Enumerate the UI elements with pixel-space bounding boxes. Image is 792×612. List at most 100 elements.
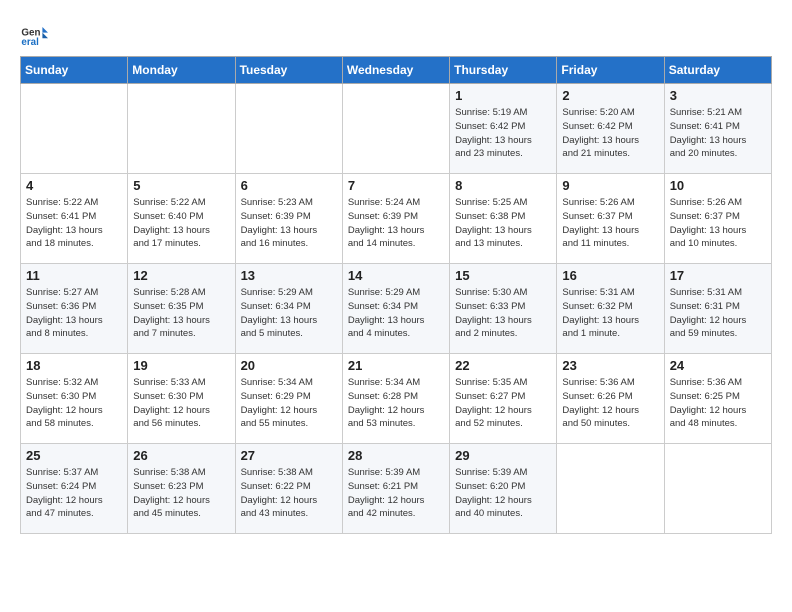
day-info: Sunrise: 5:19 AMSunset: 6:42 PMDaylight:… (455, 106, 551, 161)
svg-text:eral: eral (21, 37, 39, 48)
day-number: 29 (455, 448, 551, 463)
header: Gen eral (20, 16, 772, 48)
calendar-cell: 19Sunrise: 5:33 AMSunset: 6:30 PMDayligh… (128, 354, 235, 444)
day-info: Sunrise: 5:31 AMSunset: 6:32 PMDaylight:… (562, 286, 658, 341)
day-info: Sunrise: 5:21 AMSunset: 6:41 PMDaylight:… (670, 106, 766, 161)
week-row-3: 11 Sunrise: 5:27 AMSunset: 6:36 PMDayligh… (21, 264, 772, 354)
logo-icon: Gen eral (20, 20, 48, 48)
day-number: 20 (241, 358, 337, 373)
day-number: 1 (455, 88, 551, 103)
day-number: 27 (241, 448, 337, 463)
day-info: Sunrise: 5:35 AMSunset: 6:27 PMDaylight:… (455, 376, 551, 431)
day-number: 28 (348, 448, 444, 463)
day-number: 14 (348, 268, 444, 283)
calendar-cell: 17 Sunrise: 5:31 AMSunset: 6:31 PMDayligh… (664, 264, 771, 354)
calendar-cell: 22Sunrise: 5:35 AMSunset: 6:27 PMDayligh… (450, 354, 557, 444)
day-header-thursday: Thursday (450, 57, 557, 84)
day-info: Sunrise: 5:23 AMSunset: 6:39 PMDaylight:… (241, 196, 337, 251)
day-info: Sunrise: 5:29 AMSunset: 6:34 PMDaylight:… (348, 286, 444, 341)
day-header-monday: Monday (128, 57, 235, 84)
day-info: Sunrise: 5:31 AMSunset: 6:31 PMDaylight:… (670, 286, 766, 341)
calendar-cell: 3 Sunrise: 5:21 AMSunset: 6:41 PMDaylight… (664, 84, 771, 174)
calendar-table: SundayMondayTuesdayWednesdayThursdayFrid… (20, 56, 772, 534)
day-number: 11 (26, 268, 122, 283)
day-info: Sunrise: 5:22 AMSunset: 6:40 PMDaylight:… (133, 196, 229, 251)
calendar-cell: 24 Sunrise: 5:36 AMSunset: 6:25 PMDayligh… (664, 354, 771, 444)
day-info: Sunrise: 5:25 AMSunset: 6:38 PMDaylight:… (455, 196, 551, 251)
calendar-cell: 8 Sunrise: 5:25 AMSunset: 6:38 PMDaylight… (450, 174, 557, 264)
calendar-cell: 16 Sunrise: 5:31 AMSunset: 6:32 PMDayligh… (557, 264, 664, 354)
header-row: SundayMondayTuesdayWednesdayThursdayFrid… (21, 57, 772, 84)
week-row-2: 4 Sunrise: 5:22 AMSunset: 6:41 PMDaylight… (21, 174, 772, 264)
day-info: Sunrise: 5:30 AMSunset: 6:33 PMDaylight:… (455, 286, 551, 341)
calendar-cell: 1 Sunrise: 5:19 AMSunset: 6:42 PMDaylight… (450, 84, 557, 174)
day-header-saturday: Saturday (664, 57, 771, 84)
day-number: 9 (562, 178, 658, 193)
day-info: Sunrise: 5:27 AMSunset: 6:36 PMDaylight:… (26, 286, 122, 341)
calendar-cell: 7Sunrise: 5:24 AMSunset: 6:39 PMDaylight… (342, 174, 449, 264)
day-info: Sunrise: 5:22 AMSunset: 6:41 PMDaylight:… (26, 196, 122, 251)
day-info: Sunrise: 5:34 AMSunset: 6:29 PMDaylight:… (241, 376, 337, 431)
day-number: 24 (670, 358, 766, 373)
calendar-cell: 28 Sunrise: 5:39 AMSunset: 6:21 PMDayligh… (342, 444, 449, 534)
day-number: 2 (562, 88, 658, 103)
day-number: 17 (670, 268, 766, 283)
day-number: 23 (562, 358, 658, 373)
calendar-cell: 11 Sunrise: 5:27 AMSunset: 6:36 PMDayligh… (21, 264, 128, 354)
day-info: Sunrise: 5:37 AMSunset: 6:24 PMDaylight:… (26, 466, 122, 521)
day-number: 16 (562, 268, 658, 283)
day-info: Sunrise: 5:36 AMSunset: 6:25 PMDaylight:… (670, 376, 766, 431)
calendar-cell (235, 84, 342, 174)
day-info: Sunrise: 5:20 AMSunset: 6:42 PMDaylight:… (562, 106, 658, 161)
day-number: 3 (670, 88, 766, 103)
calendar-cell: 25 Sunrise: 5:37 AMSunset: 6:24 PMDayligh… (21, 444, 128, 534)
day-number: 7 (348, 178, 444, 193)
calendar-cell: 2 Sunrise: 5:20 AMSunset: 6:42 PMDaylight… (557, 84, 664, 174)
day-number: 15 (455, 268, 551, 283)
calendar-cell: 10Sunrise: 5:26 AMSunset: 6:37 PMDayligh… (664, 174, 771, 264)
day-info: Sunrise: 5:39 AMSunset: 6:21 PMDaylight:… (348, 466, 444, 521)
calendar-cell: 26 Sunrise: 5:38 AMSunset: 6:23 PMDayligh… (128, 444, 235, 534)
calendar-cell: 4 Sunrise: 5:22 AMSunset: 6:41 PMDaylight… (21, 174, 128, 264)
day-header-sunday: Sunday (21, 57, 128, 84)
day-number: 26 (133, 448, 229, 463)
day-info: Sunrise: 5:26 AMSunset: 6:37 PMDaylight:… (562, 196, 658, 251)
day-info: Sunrise: 5:38 AMSunset: 6:22 PMDaylight:… (241, 466, 337, 521)
day-number: 5 (133, 178, 229, 193)
day-number: 8 (455, 178, 551, 193)
day-number: 13 (241, 268, 337, 283)
calendar-cell: 12Sunrise: 5:28 AMSunset: 6:35 PMDayligh… (128, 264, 235, 354)
day-number: 12 (133, 268, 229, 283)
calendar-cell: 14 Sunrise: 5:29 AMSunset: 6:34 PMDayligh… (342, 264, 449, 354)
calendar-cell: 9 Sunrise: 5:26 AMSunset: 6:37 PMDaylight… (557, 174, 664, 264)
day-header-friday: Friday (557, 57, 664, 84)
calendar-cell: 15 Sunrise: 5:30 AMSunset: 6:33 PMDayligh… (450, 264, 557, 354)
calendar-cell: 18Sunrise: 5:32 AMSunset: 6:30 PMDayligh… (21, 354, 128, 444)
calendar-cell (342, 84, 449, 174)
calendar-cell: 13 Sunrise: 5:29 AMSunset: 6:34 PMDayligh… (235, 264, 342, 354)
day-info: Sunrise: 5:32 AMSunset: 6:30 PMDaylight:… (26, 376, 122, 431)
day-info: Sunrise: 5:33 AMSunset: 6:30 PMDaylight:… (133, 376, 229, 431)
day-number: 25 (26, 448, 122, 463)
calendar-cell (128, 84, 235, 174)
calendar-cell: 5 Sunrise: 5:22 AMSunset: 6:40 PMDaylight… (128, 174, 235, 264)
calendar-cell: 29 Sunrise: 5:39 AMSunset: 6:20 PMDayligh… (450, 444, 557, 534)
day-info: Sunrise: 5:38 AMSunset: 6:23 PMDaylight:… (133, 466, 229, 521)
day-number: 4 (26, 178, 122, 193)
day-info: Sunrise: 5:39 AMSunset: 6:20 PMDaylight:… (455, 466, 551, 521)
calendar-cell: 23Sunrise: 5:36 AMSunset: 6:26 PMDayligh… (557, 354, 664, 444)
calendar-cell (21, 84, 128, 174)
day-header-tuesday: Tuesday (235, 57, 342, 84)
week-row-1: 1 Sunrise: 5:19 AMSunset: 6:42 PMDaylight… (21, 84, 772, 174)
day-number: 6 (241, 178, 337, 193)
logo: Gen eral (20, 20, 52, 48)
calendar-cell (664, 444, 771, 534)
day-info: Sunrise: 5:34 AMSunset: 6:28 PMDaylight:… (348, 376, 444, 431)
day-number: 10 (670, 178, 766, 193)
week-row-4: 18Sunrise: 5:32 AMSunset: 6:30 PMDayligh… (21, 354, 772, 444)
day-info: Sunrise: 5:29 AMSunset: 6:34 PMDaylight:… (241, 286, 337, 341)
week-row-5: 25 Sunrise: 5:37 AMSunset: 6:24 PMDayligh… (21, 444, 772, 534)
calendar-cell: 20 Sunrise: 5:34 AMSunset: 6:29 PMDayligh… (235, 354, 342, 444)
calendar-cell (557, 444, 664, 534)
calendar-cell: 27 Sunrise: 5:38 AMSunset: 6:22 PMDayligh… (235, 444, 342, 534)
